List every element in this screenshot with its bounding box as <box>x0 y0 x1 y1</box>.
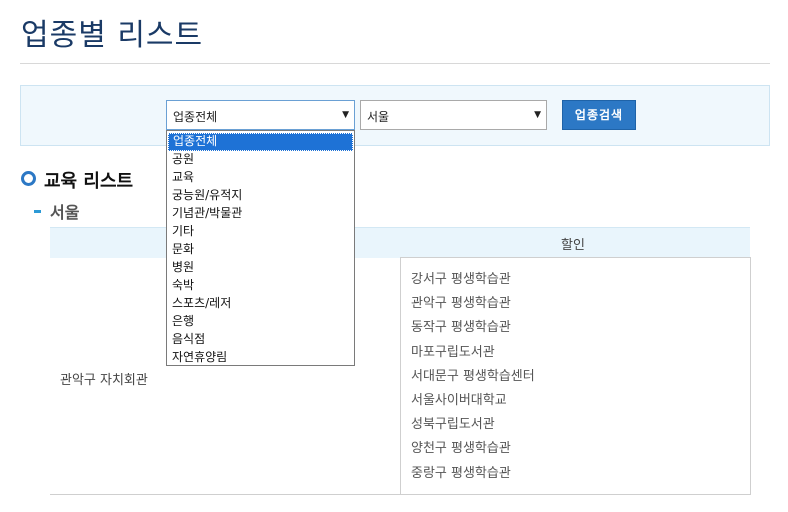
region-subtitle-text: 서울 <box>50 203 80 222</box>
discount-item: 서울사이버대학교 <box>411 392 507 408</box>
table-border <box>50 494 751 495</box>
dropdown-option[interactable]: 자연휴양림 <box>167 349 354 367</box>
ring-bullet-icon <box>21 171 36 186</box>
dropdown-option[interactable]: 문화 <box>167 241 354 259</box>
dropdown-option[interactable]: 기념관/박물관 <box>167 205 354 223</box>
category-dropdown-list[interactable]: 업종전체 공원 교육 궁능원/유적지 기념관/박물관 기타 문화 병원 숙박 스… <box>166 130 355 366</box>
dropdown-option[interactable]: 음식점 <box>167 331 354 349</box>
table-border <box>750 257 751 494</box>
section-title: 교육 리스트 <box>21 167 133 193</box>
dropdown-option[interactable]: 숙박 <box>167 277 354 295</box>
section-title-text: 교육 리스트 <box>44 171 134 192</box>
facility-name: 관악구 자치회관 <box>60 373 148 388</box>
discount-item: 양천구 평생학습관 <box>411 441 511 457</box>
category-search-button[interactable]: 업종검색 <box>562 100 636 130</box>
header-discount: 할인 <box>561 238 585 253</box>
region-select[interactable]: 서울 ▼ <box>360 100 547 130</box>
category-select[interactable]: 업종전체 ▼ <box>166 100 355 130</box>
table-border <box>400 257 751 258</box>
dropdown-option[interactable]: 스포츠/레저 <box>167 295 354 313</box>
dropdown-option[interactable]: 궁능원/유적지 <box>167 187 354 205</box>
page-title: 업종별 리스트 <box>21 18 204 53</box>
discount-list: 강서구 평생학습관 관악구 평생학습관 동작구 평생학습관 마포구립도서관 서대… <box>411 272 535 490</box>
dropdown-option[interactable]: 교육 <box>167 169 354 187</box>
title-divider <box>20 63 770 64</box>
region-select-value: 서울 <box>367 110 390 124</box>
discount-item: 동작구 평생학습관 <box>411 320 511 336</box>
discount-item: 중랑구 평생학습관 <box>411 465 511 481</box>
dropdown-option[interactable]: 은행 <box>167 313 354 331</box>
dropdown-option[interactable]: 업종전체 <box>168 133 353 151</box>
discount-item: 관악구 평생학습관 <box>411 296 511 312</box>
table-border <box>400 257 401 494</box>
discount-item: 서대문구 평생학습센터 <box>411 368 535 384</box>
discount-item: 성북구립도서관 <box>411 417 495 433</box>
chevron-down-icon: ▼ <box>342 110 349 120</box>
table-header <box>50 227 750 258</box>
region-subtitle: 서울 <box>34 199 79 223</box>
chevron-down-icon: ▼ <box>534 110 541 120</box>
discount-item: 마포구립도서관 <box>411 344 495 360</box>
category-select-value: 업종전체 <box>173 110 218 124</box>
discount-item: 강서구 평생학습관 <box>411 272 511 287</box>
dash-bullet-icon <box>34 210 41 213</box>
dropdown-option[interactable]: 병원 <box>167 259 354 277</box>
dropdown-option[interactable]: 공원 <box>167 151 354 169</box>
dropdown-option[interactable]: 기타 <box>167 223 354 241</box>
